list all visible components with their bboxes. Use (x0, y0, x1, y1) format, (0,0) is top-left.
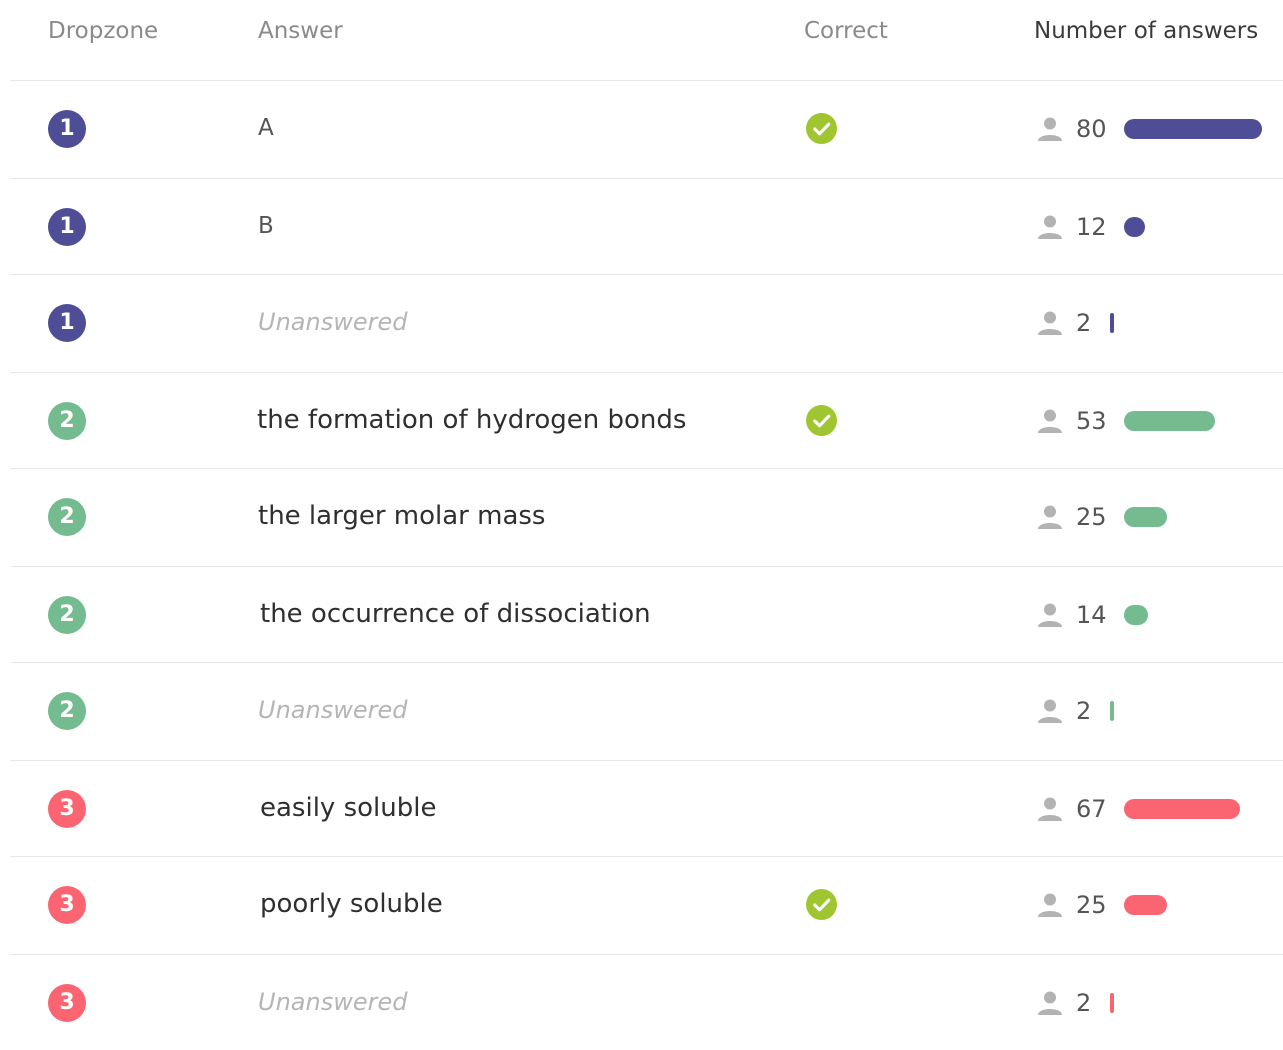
correct-check-icon (806, 113, 837, 144)
answer-text: Unanswered (258, 308, 408, 336)
user-icon (1038, 699, 1062, 723)
user-icon (1038, 215, 1062, 239)
answer-bar (1124, 895, 1167, 915)
dropzone-badge: 2 (48, 402, 86, 440)
user-icon (1038, 505, 1062, 529)
answer-text: poorly soluble (260, 889, 443, 919)
header-answer: Answer (258, 18, 343, 44)
answer-bar (1124, 119, 1262, 139)
correct-check-icon (806, 405, 837, 436)
answer-count: 2 (1076, 309, 1092, 337)
user-icon (1038, 409, 1062, 433)
dropzone-badge: 3 (48, 886, 86, 924)
header-correct: Correct (804, 18, 888, 44)
answer-count: 80 (1076, 115, 1107, 143)
answer-text: the larger molar mass (258, 501, 546, 531)
user-icon (1038, 893, 1062, 917)
answer-bar (1124, 605, 1148, 625)
user-icon (1038, 991, 1062, 1015)
table-row: 1 A 80 (0, 80, 1283, 176)
answer-bar (1124, 507, 1167, 527)
answer-count: 12 (1076, 213, 1107, 241)
answer-bar (1110, 701, 1114, 721)
user-icon (1038, 603, 1062, 627)
header-number-of-answers: Number of answers (1034, 18, 1259, 44)
dropzone-badge: 2 (48, 596, 86, 634)
dropzone-badge: 1 (48, 208, 86, 246)
answer-text: the occurrence of dissociation (260, 599, 651, 629)
answer-text: easily soluble (260, 793, 437, 823)
answer-count: 2 (1076, 989, 1092, 1017)
table-row: 2 the larger molar mass 25 (0, 468, 1283, 564)
correct-check-icon (806, 889, 837, 920)
table-row: 1 B 12 (0, 178, 1283, 274)
table-row: 3 Unanswered 2 (0, 954, 1283, 1050)
answer-count: 53 (1076, 407, 1107, 435)
answer-count: 25 (1076, 891, 1107, 919)
answer-text: the formation of hydrogen bonds (257, 405, 687, 435)
answer-text: Unanswered (258, 696, 408, 724)
user-icon (1038, 117, 1062, 141)
table-row: 3 easily soluble 67 (0, 760, 1283, 856)
table-row: 3 poorly soluble 25 (0, 856, 1283, 952)
answer-text: Unanswered (258, 988, 408, 1016)
dropzone-badge: 1 (48, 110, 86, 148)
answer-count: 14 (1076, 601, 1107, 629)
user-icon (1038, 797, 1062, 821)
header-dropzone: Dropzone (48, 18, 159, 44)
user-icon (1038, 311, 1062, 335)
table-row: 2 the formation of hydrogen bonds 53 (0, 372, 1283, 468)
answer-bar (1110, 313, 1114, 333)
answer-text: B (258, 213, 274, 239)
answer-count: 67 (1076, 795, 1107, 823)
dropzone-badge: 2 (48, 692, 86, 730)
table-row: 2 Unanswered 2 (0, 662, 1283, 758)
answer-bar (1124, 799, 1240, 819)
answer-count: 25 (1076, 503, 1107, 531)
dropzone-badge: 1 (48, 304, 86, 342)
answer-count: 2 (1076, 697, 1092, 725)
answer-bar (1110, 993, 1114, 1013)
answer-text: A (258, 115, 274, 141)
table-row: 1 Unanswered 2 (0, 274, 1283, 370)
dropzone-badge: 2 (48, 498, 86, 536)
dropzone-badge: 3 (48, 984, 86, 1022)
table-header: Dropzone Answer Correct Number of answer… (0, 0, 1283, 80)
table-row: 2 the occurrence of dissociation 14 (0, 566, 1283, 662)
dropzone-badge: 3 (48, 790, 86, 828)
answer-bar (1124, 411, 1215, 431)
answer-bar (1124, 217, 1145, 237)
